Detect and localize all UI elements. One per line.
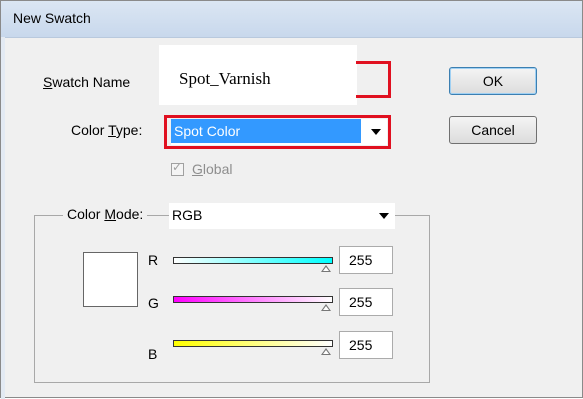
color-mode-value: RGB [172,207,203,223]
color-type-label-post: ype: [115,122,143,138]
title-bar[interactable]: New Swatch [1,1,582,38]
ok-button[interactable]: OK [449,67,537,95]
channel-r-slider-thumb[interactable] [321,265,331,272]
color-type-label-accesskey: T [108,122,116,138]
channel-b-label: B [148,346,158,362]
checkmark-icon: ✓ [172,160,183,174]
window-edge [1,37,5,399]
color-mode-label-accesskey: M [104,206,117,222]
highlight-color-type [164,115,391,149]
channel-r-slider[interactable] [173,257,333,264]
channel-r-value[interactable]: 255 [339,246,393,274]
channel-b-slider[interactable] [173,340,333,347]
color-preview-swatch [83,252,138,307]
new-swatch-dialog: New Swatch Swatch Name Spot_Varnish Colo… [0,0,583,399]
color-mode-label-pre: Color [67,206,105,222]
channel-g-label: G [148,295,159,311]
channel-g-slider-thumb[interactable] [321,304,331,311]
channel-b-slider-thumb[interactable] [321,348,331,355]
global-label-rest: lobal [202,161,233,177]
color-mode-label: Color Mode: [63,206,148,222]
swatch-name-value: Spot_Varnish [179,69,271,88]
channel-b-value[interactable]: 255 [339,331,393,359]
color-mode-select[interactable]: RGB [169,203,395,229]
channel-g-slider[interactable] [173,296,333,303]
swatch-name-label: Swatch Name [43,74,130,90]
global-label-accesskey: G [192,161,203,177]
color-type-label: Color Type: [71,122,142,138]
dialog-title: New Swatch [13,10,91,26]
channel-g-value[interactable]: 255 [339,288,393,316]
chevron-down-icon [379,213,389,219]
swatch-name-label-accesskey: S [43,74,53,90]
color-type-label-pre: Color [71,122,109,138]
global-label: Global [192,161,232,177]
swatch-name-input[interactable]: Spot_Varnish [159,45,357,105]
cancel-button[interactable]: Cancel [449,116,537,144]
highlight-swatch-name [356,61,391,98]
global-checkbox[interactable]: ✓ [171,160,184,176]
channel-r-label: R [148,252,159,268]
swatch-name-label-rest: watch Name [52,74,131,90]
color-mode-label-post: ode: [116,206,144,222]
